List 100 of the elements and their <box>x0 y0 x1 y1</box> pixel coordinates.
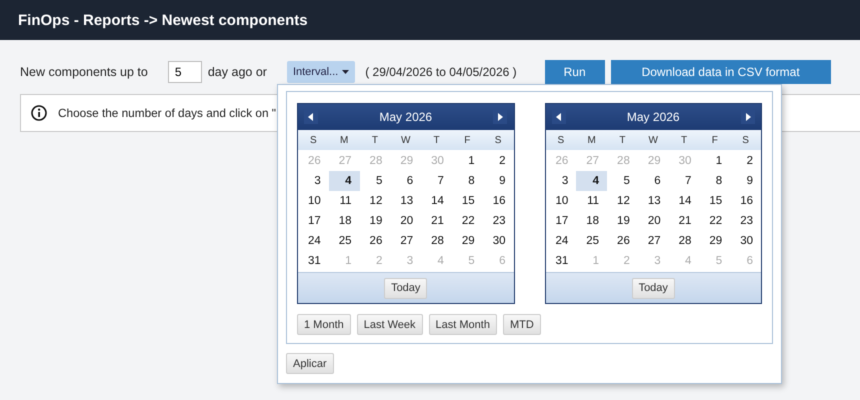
calendar-day[interactable]: 29 <box>699 231 730 251</box>
today-button[interactable]: Today <box>384 278 428 298</box>
weekday-label: S <box>556 134 566 146</box>
days-field[interactable]: 5 <box>168 61 202 83</box>
calendar-day[interactable]: 5 <box>360 171 390 191</box>
calendar-day[interactable]: 6 <box>390 171 422 191</box>
calendar-day[interactable]: 20 <box>638 211 669 231</box>
calendar-day[interactable]: 27 <box>638 231 669 251</box>
calendar-day[interactable]: 19 <box>360 211 390 231</box>
weekday-label: S <box>741 134 750 146</box>
preset-button[interactable]: Last Month <box>428 314 497 335</box>
weekday-label: W <box>648 134 659 146</box>
weekday-label: W <box>400 134 412 146</box>
calendar-day[interactable]: 13 <box>638 191 669 211</box>
calendar-day[interactable]: 21 <box>668 211 700 231</box>
calendar-day[interactable]: 8 <box>452 171 483 191</box>
calendar-day[interactable]: 31 <box>298 251 329 271</box>
calendar-day[interactable]: 12 <box>607 191 638 211</box>
calendar-day[interactable]: 9 <box>482 171 514 191</box>
calendar-day[interactable]: 12 <box>360 191 390 211</box>
weekday-label: F <box>463 134 472 146</box>
apply-button[interactable]: Aplicar <box>286 353 334 374</box>
calendar-day[interactable]: 26 <box>607 231 638 251</box>
calendar-day[interactable]: 15 <box>452 191 483 211</box>
days-ago-label: day ago or <box>208 65 267 79</box>
calendar-day[interactable]: 22 <box>452 211 483 231</box>
calendar-day[interactable]: 19 <box>607 211 638 231</box>
calendar-day[interactable]: 8 <box>699 171 730 191</box>
calendar-day[interactable]: 21 <box>421 211 452 231</box>
calendar-day[interactable]: 2 <box>482 151 514 171</box>
calendar-day[interactable]: 1 <box>699 151 730 171</box>
calendar-day[interactable]: 22 <box>699 211 730 231</box>
calendar-day[interactable]: 23 <box>730 211 761 231</box>
calendar-day[interactable]: 30 <box>730 231 761 251</box>
calendar-day[interactable]: 31 <box>546 251 576 271</box>
calendar-day[interactable]: 14 <box>668 191 700 211</box>
calendar-day[interactable]: 17 <box>546 211 576 231</box>
month-title: May 2026 <box>626 110 680 124</box>
calendar-day[interactable]: 17 <box>298 211 329 231</box>
weekday-label: S <box>309 134 318 146</box>
next-month-button[interactable] <box>740 110 755 124</box>
calendar-day[interactable]: 2 <box>730 151 761 171</box>
calendar-day[interactable]: 26 <box>360 231 390 251</box>
calendar-day[interactable]: 10 <box>298 191 329 211</box>
calendar-day[interactable]: 6 <box>638 171 669 191</box>
weekday-label: M <box>586 134 597 146</box>
calendar-day[interactable]: 14 <box>421 191 452 211</box>
calendar-day[interactable]: 15 <box>699 191 730 211</box>
next-month-button[interactable] <box>493 110 508 124</box>
preset-button[interactable]: Last Week <box>356 314 423 335</box>
calendar-day[interactable]: 3 <box>546 171 576 191</box>
calendar-day[interactable]: 20 <box>390 211 422 231</box>
calendar-day[interactable]: 16 <box>730 191 761 211</box>
info-text: Choose the number of days and click on " <box>58 106 276 120</box>
weekday-label: M <box>339 134 350 146</box>
calendar-day[interactable]: 3 <box>298 171 329 191</box>
interval-dropdown[interactable]: Interval... <box>286 61 356 83</box>
calendar-day[interactable]: 11 <box>328 191 360 211</box>
previous-month-button[interactable] <box>552 110 566 124</box>
run-button[interactable]: Run <box>544 60 605 84</box>
calendar-day[interactable]: 28 <box>668 231 700 251</box>
previous-month-button[interactable] <box>304 110 318 124</box>
weekday-label: T <box>618 134 626 146</box>
calendar-day[interactable]: 25 <box>576 231 608 251</box>
calendar-day[interactable]: 13 <box>390 191 422 211</box>
calendar-day[interactable]: 4 <box>576 171 608 191</box>
calendar-day[interactable]: 29 <box>452 231 483 251</box>
calendar-day[interactable]: 1 <box>452 151 483 171</box>
weekday-label: S <box>494 134 502 146</box>
today-button[interactable]: Today <box>632 278 675 298</box>
weekday-label: T <box>370 134 379 146</box>
calendar-day[interactable]: 9 <box>730 171 761 191</box>
month-title: May 2026 <box>379 110 432 124</box>
calendar-day[interactable]: 7 <box>668 171 700 191</box>
calendar-day[interactable]: 10 <box>546 191 576 211</box>
calendar-day[interactable]: 18 <box>576 211 608 231</box>
calendar-day[interactable]: 23 <box>482 211 514 231</box>
calendar-day[interactable]: 5 <box>607 171 638 191</box>
calendar-day[interactable]: 11 <box>576 191 608 211</box>
download-csv-button[interactable]: Download data in CSV format <box>610 60 831 84</box>
info-icon <box>31 105 47 121</box>
date-range-text: ( 29/04/2026 to 04/05/2026 ) <box>365 65 517 79</box>
preset-button[interactable]: MTD <box>502 314 541 335</box>
calendar-day[interactable]: 18 <box>328 211 360 231</box>
page-title: FinOps - Reports -> Newest components <box>18 12 308 28</box>
calendar-day[interactable]: 24 <box>546 231 576 251</box>
preset-button[interactable]: 1 Month <box>297 314 351 335</box>
days-label: New components up to <box>20 65 148 79</box>
calendar-day[interactable]: 25 <box>328 231 360 251</box>
caret-icon <box>342 70 350 74</box>
calendar-day[interactable]: 16 <box>482 191 514 211</box>
calendar-day[interactable]: 30 <box>482 231 514 251</box>
calendar-day[interactable]: 28 <box>421 231 452 251</box>
weekday-label: T <box>680 134 688 146</box>
calendar-day[interactable]: 7 <box>421 171 452 191</box>
calendar-day[interactable]: 24 <box>298 231 329 251</box>
calendar-day[interactable]: 4 <box>328 171 360 191</box>
weekday-label: T <box>432 134 441 146</box>
weekday-label: F <box>710 134 719 146</box>
calendar-day[interactable]: 27 <box>390 231 422 251</box>
